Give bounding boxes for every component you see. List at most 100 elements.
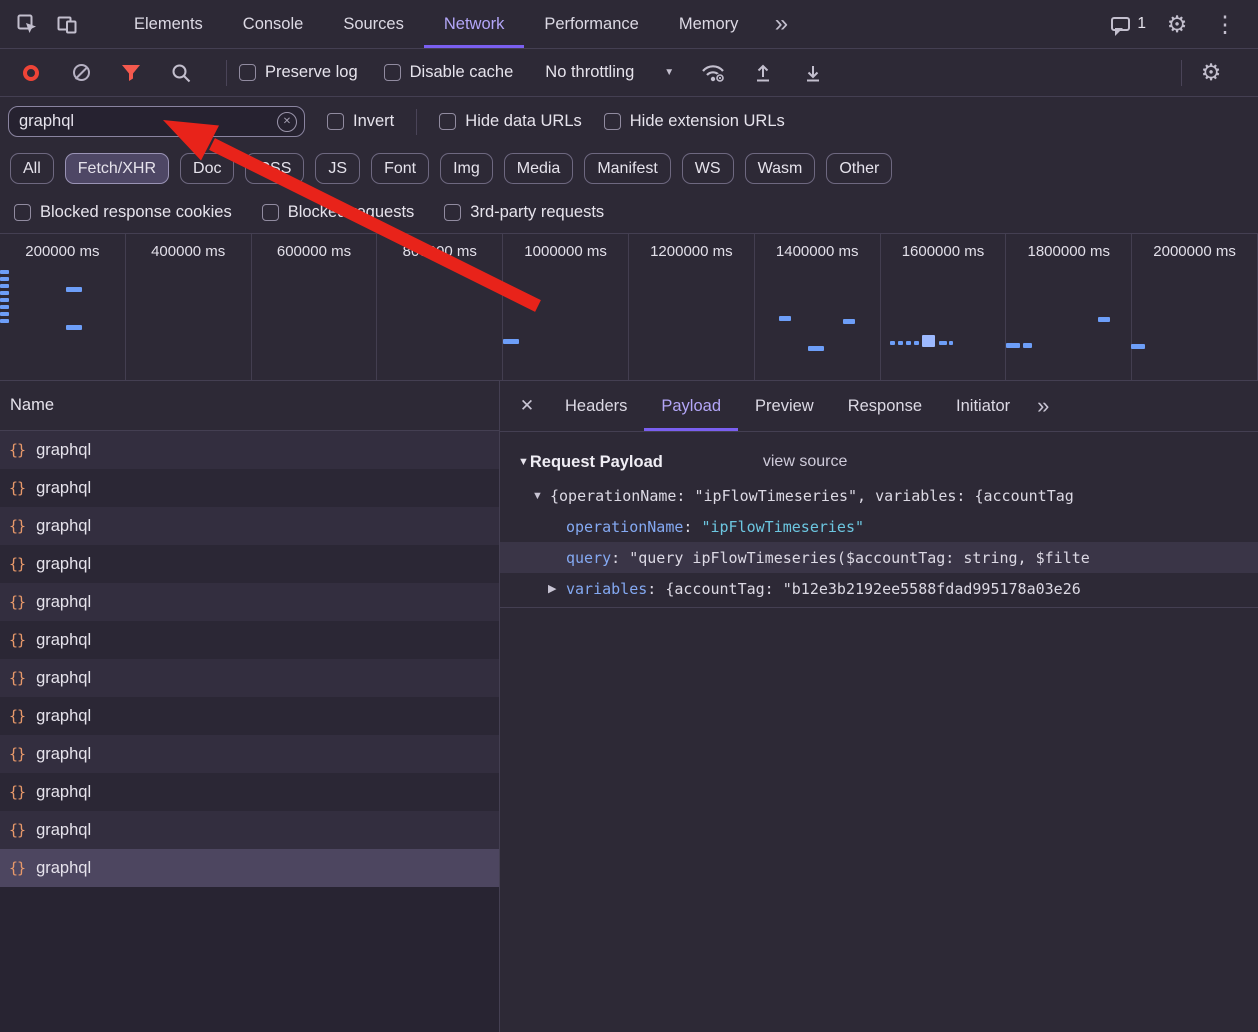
device-toolbar-button[interactable] [50, 7, 84, 41]
filter-chip-img[interactable]: Img [440, 153, 493, 184]
expand-icon[interactable]: ▼ [532, 490, 550, 502]
waterfall-bar[interactable] [922, 335, 935, 347]
filter-chip-other[interactable]: Other [826, 153, 892, 184]
main-menu-button[interactable]: ⋮ [1208, 7, 1242, 41]
waterfall-bar[interactable] [779, 316, 791, 321]
waterfall-bar[interactable] [906, 341, 911, 345]
tab-console[interactable]: Console [223, 0, 324, 48]
tab-sources[interactable]: Sources [323, 0, 424, 48]
waterfall-bar[interactable] [66, 287, 82, 292]
detail-tab-response[interactable]: Response [831, 381, 939, 431]
tab-elements[interactable]: Elements [114, 0, 223, 48]
request-row[interactable]: {}graphql [0, 621, 499, 659]
detail-tab-headers[interactable]: Headers [548, 381, 644, 431]
settings-button[interactable]: ⚙ [1160, 7, 1194, 41]
network-conditions-button[interactable] [696, 56, 730, 90]
filter-chip-fetch-xhr[interactable]: Fetch/XHR [65, 153, 169, 184]
network-overview-waterfall[interactable]: 200000 ms400000 ms600000 ms800000 ms1000… [0, 233, 1258, 381]
waterfall-bar[interactable] [843, 319, 855, 324]
waterfall-bar[interactable] [1131, 344, 1145, 349]
clear-network-log-button[interactable] [64, 56, 98, 90]
filter-chip-media[interactable]: Media [504, 153, 574, 184]
export-har-button[interactable] [796, 56, 830, 90]
waterfall-bar[interactable] [0, 319, 9, 323]
request-row[interactable]: {}graphql [0, 507, 499, 545]
tab-performance[interactable]: Performance [524, 0, 658, 48]
more-panels-button[interactable]: » [764, 7, 798, 41]
more-detail-tabs-button[interactable]: » [1037, 393, 1049, 419]
waterfall-bar[interactable] [939, 341, 947, 345]
filter-chip-doc[interactable]: Doc [180, 153, 234, 184]
hide-data-urls-checkbox[interactable]: Hide data URLs [439, 112, 581, 131]
waterfall-bar[interactable] [808, 346, 824, 351]
request-row[interactable]: {}graphql [0, 545, 499, 583]
waterfall-bar[interactable] [0, 305, 9, 309]
request-row[interactable]: {}graphql [0, 659, 499, 697]
waterfall-bar[interactable] [1023, 343, 1032, 348]
payload-entry-query[interactable]: query: "query ipFlowTimeseries($accountT… [500, 542, 1258, 573]
search-button[interactable] [164, 56, 198, 90]
detail-tab-payload[interactable]: Payload [644, 381, 738, 431]
waterfall-bar[interactable] [66, 325, 82, 330]
waterfall-bar[interactable] [0, 284, 9, 288]
filter-chip-wasm[interactable]: Wasm [745, 153, 816, 184]
detail-tab-initiator[interactable]: Initiator [939, 381, 1027, 431]
collapse-icon[interactable]: ▼ [518, 456, 529, 468]
view-source-link[interactable]: view source [763, 453, 847, 471]
invert-checkbox[interactable]: Invert [327, 112, 394, 131]
console-messages-button[interactable]: 1 [1111, 15, 1146, 33]
record-network-log-button[interactable] [14, 56, 48, 90]
waterfall-bar[interactable] [0, 291, 9, 295]
request-row[interactable]: {}graphql [0, 735, 499, 773]
network-settings-button[interactable]: ⚙ [1194, 56, 1228, 90]
request-name: graphql [36, 859, 91, 878]
request-name: graphql [36, 783, 91, 802]
waterfall-bar[interactable] [0, 277, 9, 281]
waterfall-bar[interactable] [898, 341, 903, 345]
filter-chip-ws[interactable]: WS [682, 153, 734, 184]
filter-chip-js[interactable]: JS [315, 153, 360, 184]
waterfall-bar[interactable] [890, 341, 895, 345]
waterfall-bar[interactable] [914, 341, 919, 345]
payload-entry-variables[interactable]: ▶variables: {accountTag: "b12e3b2192ee55… [500, 573, 1258, 604]
filter-chip-all[interactable]: All [10, 153, 54, 184]
filter-toggle-button[interactable] [114, 56, 148, 90]
request-row[interactable]: {}graphql [0, 583, 499, 621]
waterfall-bar[interactable] [0, 312, 9, 316]
import-har-button[interactable] [746, 56, 780, 90]
payload-entry-operationname[interactable]: operationName: "ipFlowTimeseries" [500, 511, 1258, 542]
waterfall-bar[interactable] [1006, 343, 1020, 348]
hide-extension-urls-checkbox[interactable]: Hide extension URLs [604, 112, 785, 131]
request-row[interactable]: {}graphql [0, 431, 499, 469]
tab-memory[interactable]: Memory [659, 0, 759, 48]
blocked-requests-checkbox[interactable]: Blocked requests [262, 203, 415, 222]
request-row[interactable]: {}graphql [0, 697, 499, 735]
filter-chip-css[interactable]: CSS [245, 153, 304, 184]
close-detail-button[interactable]: ✕ [506, 385, 548, 427]
detail-tab-preview[interactable]: Preview [738, 381, 831, 431]
request-row[interactable]: {}graphql [0, 849, 499, 887]
tab-network[interactable]: Network [424, 0, 525, 48]
waterfall-bar[interactable] [0, 298, 9, 302]
waterfall-bar[interactable] [949, 341, 953, 345]
clear-filter-button[interactable]: ✕ [277, 112, 297, 132]
waterfall-bar[interactable] [1098, 317, 1110, 322]
waterfall-bar[interactable] [0, 270, 9, 274]
request-row[interactable]: {}graphql [0, 773, 499, 811]
request-detail-pane: ✕ HeadersPayloadPreviewResponseInitiator… [500, 381, 1258, 1032]
request-row[interactable]: {}graphql [0, 469, 499, 507]
request-row[interactable]: {}graphql [0, 811, 499, 849]
inspect-element-button[interactable] [10, 7, 44, 41]
name-column-header[interactable]: Name [0, 381, 499, 431]
preserve-log-checkbox[interactable]: Preserve log [239, 63, 358, 82]
filter-chip-font[interactable]: Font [371, 153, 429, 184]
3rd-party-requests-checkbox[interactable]: 3rd-party requests [444, 203, 604, 222]
filter-chip-manifest[interactable]: Manifest [584, 153, 670, 184]
disable-cache-checkbox[interactable]: Disable cache [384, 63, 514, 82]
throttling-dropdown[interactable]: No throttling ▼ [545, 63, 674, 82]
blocked-response-cookies-checkbox[interactable]: Blocked response cookies [14, 203, 232, 222]
waterfall-bar[interactable] [503, 339, 519, 344]
expand-icon[interactable]: ▶ [548, 582, 566, 595]
payload-root-row[interactable]: ▼ {operationName: "ipFlowTimeseries", va… [500, 480, 1258, 511]
filter-input[interactable] [8, 106, 305, 137]
